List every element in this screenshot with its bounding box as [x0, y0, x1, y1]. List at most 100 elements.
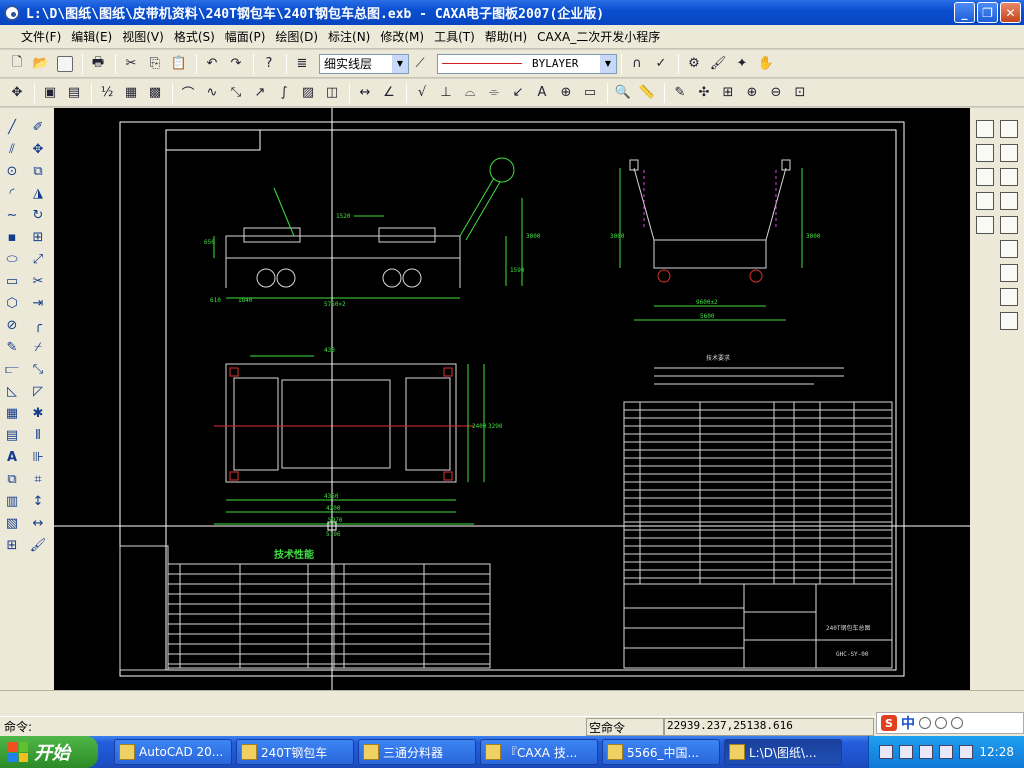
- centerline-icon[interactable]: ⊘: [2, 316, 22, 334]
- task-caxa-active[interactable]: L:\D\图纸\...: [724, 739, 842, 765]
- caxa-app-icon[interactable]: [4, 4, 20, 21]
- stamp-icon[interactable]: ▧: [2, 514, 22, 532]
- scale-icon[interactable]: ⤢: [28, 250, 48, 268]
- spline-icon[interactable]: ∫: [273, 82, 295, 104]
- new-file-icon[interactable]: 🗋: [6, 53, 28, 75]
- zoom-window-icon[interactable]: ⊞: [717, 82, 739, 104]
- spline-draw-icon[interactable]: ∼: [2, 206, 22, 224]
- ime-language[interactable]: 中: [901, 713, 915, 733]
- arrow-icon[interactable]: ↗: [249, 82, 271, 104]
- view-partial-icon[interactable]: [1000, 312, 1018, 330]
- clock[interactable]: 12:28: [979, 745, 1014, 759]
- tray-icon[interactable]: [879, 745, 894, 759]
- array-draw-icon[interactable]: ⊞: [28, 228, 48, 246]
- pencil-icon[interactable]: ✎: [669, 82, 691, 104]
- dim-linear-icon[interactable]: ↔: [354, 82, 376, 104]
- block-draw-icon[interactable]: ⧉: [2, 470, 22, 488]
- form-tol-icon[interactable]: ⌯: [483, 82, 505, 104]
- block-icon[interactable]: ◫: [321, 82, 343, 104]
- menu-file[interactable]: 文件(F): [16, 26, 66, 47]
- view-front-icon[interactable]: [1000, 168, 1018, 186]
- trim-area-icon[interactable]: ▦: [2, 404, 22, 422]
- textstyle-tool-icon[interactable]: [976, 192, 994, 210]
- chevron-down-icon[interactable]: ▼: [392, 54, 408, 73]
- paste-icon[interactable]: 📋: [168, 53, 190, 75]
- view-cube-icon[interactable]: [1000, 144, 1018, 162]
- tray-icon[interactable]: [959, 745, 974, 759]
- print-icon[interactable]: 🖶: [87, 53, 109, 75]
- menu-view[interactable]: 视图(V): [117, 26, 169, 47]
- image-icon[interactable]: ▤: [2, 426, 22, 444]
- menu-tools[interactable]: 工具(T): [429, 26, 480, 47]
- restore-button[interactable]: ❐: [977, 2, 998, 23]
- task-5566[interactable]: 5566_中国...: [602, 739, 720, 765]
- start-button[interactable]: 开始: [0, 736, 98, 768]
- equidistant-icon[interactable]: ⫍: [2, 360, 22, 378]
- view-iso-icon[interactable]: [1000, 240, 1018, 258]
- roughness-icon[interactable]: √: [411, 82, 433, 104]
- polygon-icon[interactable]: ⬡: [2, 294, 22, 312]
- menu-caxa-dev[interactable]: CAXA_二次开发小程序: [532, 26, 665, 47]
- menu-sheet[interactable]: 幅面(P): [220, 26, 271, 47]
- leader-icon[interactable]: ↙: [507, 82, 529, 104]
- break-icon[interactable]: ⌿: [28, 338, 48, 356]
- offset-icon[interactable]: ⫴: [28, 426, 48, 444]
- arc-draw-icon[interactable]: ◜: [2, 184, 22, 202]
- keyboard-icon[interactable]: [951, 717, 963, 729]
- tools-icon[interactable]: ✦: [731, 53, 753, 75]
- pan-icon[interactable]: ✣: [693, 82, 715, 104]
- help-icon[interactable]: ?: [258, 53, 280, 75]
- edit-curve-icon[interactable]: ⤡: [225, 82, 247, 104]
- align-icon[interactable]: ⊪: [28, 448, 48, 466]
- task-autocad[interactable]: AutoCAD 20...: [114, 739, 232, 765]
- sogou-icon[interactable]: S: [881, 715, 897, 731]
- center-mark-icon[interactable]: ⊕: [555, 82, 577, 104]
- brush-draw-icon[interactable]: 🖌: [28, 536, 48, 554]
- move-view-icon[interactable]: ✥: [6, 82, 28, 104]
- moon-icon[interactable]: [919, 717, 931, 729]
- drawing-canvas[interactable]: 1520 5750×2 9600±2 5600 4350 4200 5970 5…: [54, 108, 970, 690]
- layer-tool-icon[interactable]: [976, 120, 994, 138]
- minimize-button[interactable]: _: [954, 2, 975, 23]
- zoom-in-icon[interactable]: ⊕: [741, 82, 763, 104]
- table-draw-icon[interactable]: ▥: [2, 492, 22, 510]
- undo-icon[interactable]: ↶: [201, 53, 223, 75]
- stretch-icon[interactable]: ⤡: [28, 360, 48, 378]
- close-button[interactable]: ✕: [1000, 2, 1021, 23]
- weld-icon[interactable]: ⌓: [459, 82, 481, 104]
- menu-dimension[interactable]: 标注(N): [323, 26, 375, 47]
- menu-edit[interactable]: 编辑(E): [66, 26, 117, 47]
- copy-draw-icon[interactable]: ⧉: [28, 162, 48, 180]
- linetype-select[interactable]: BYLAYER ▼: [437, 53, 617, 74]
- circle-icon[interactable]: ⊙: [2, 162, 22, 180]
- title-block-icon[interactable]: ▤: [63, 82, 85, 104]
- dim-angle-icon[interactable]: ∠: [378, 82, 400, 104]
- color-tool-icon[interactable]: [976, 144, 994, 162]
- text-icon[interactable]: A: [531, 82, 553, 104]
- wave-icon[interactable]: ∿: [201, 82, 223, 104]
- menu-draw[interactable]: 绘图(D): [270, 26, 323, 47]
- tolerance-icon[interactable]: ½: [96, 82, 118, 104]
- dimstyle-tool-icon[interactable]: [976, 216, 994, 234]
- menu-help[interactable]: 帮助(H): [480, 26, 532, 47]
- dim-horizontal-icon[interactable]: ↔: [28, 514, 48, 532]
- layer-select[interactable]: 细实线层 ▼: [319, 53, 409, 74]
- arc-icon[interactable]: ⌒: [177, 82, 199, 104]
- tray-icon[interactable]: [939, 745, 954, 759]
- properties-icon[interactable]: ⚙: [683, 53, 705, 75]
- zoom-all-icon[interactable]: ⊡: [789, 82, 811, 104]
- erase-icon[interactable]: ✐: [28, 118, 48, 136]
- datum-icon[interactable]: ⊥: [435, 82, 457, 104]
- view-side-icon[interactable]: [1000, 192, 1018, 210]
- task-240t-folder[interactable]: 240T钢包车: [236, 739, 354, 765]
- zoom-out-icon[interactable]: ⊖: [765, 82, 787, 104]
- table-icon[interactable]: ▦: [120, 82, 142, 104]
- chamfer-icon[interactable]: ◸: [28, 382, 48, 400]
- command-prompt[interactable]: 命令:: [4, 718, 32, 735]
- redo-icon[interactable]: ↷: [225, 53, 247, 75]
- rotate-icon[interactable]: ↻: [28, 206, 48, 224]
- move-icon[interactable]: ✥: [28, 140, 48, 158]
- trim-icon[interactable]: ✂: [28, 272, 48, 290]
- hatch-icon[interactable]: ▨: [297, 82, 319, 104]
- tray-icon[interactable]: [919, 745, 934, 759]
